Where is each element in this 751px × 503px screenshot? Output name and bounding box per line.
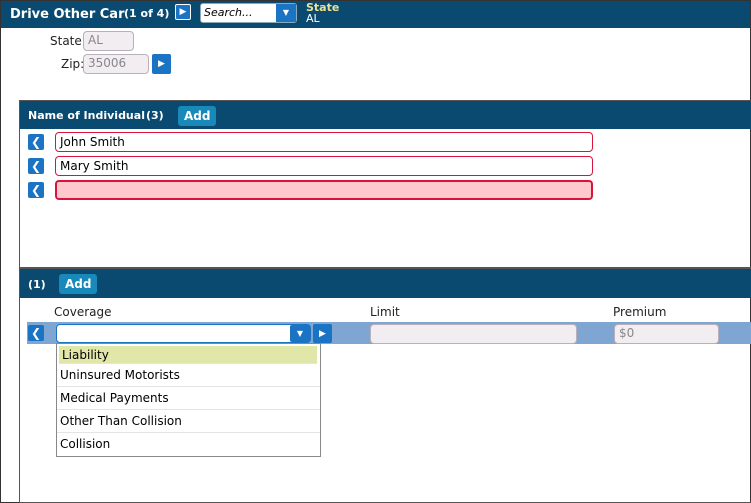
- premium-column-header: Premium: [613, 305, 667, 319]
- remove-row-icon[interactable]: ❮: [28, 134, 44, 150]
- individual-name-input[interactable]: Mary Smith: [55, 156, 593, 176]
- dropdown-option-liability[interactable]: Liability: [59, 346, 317, 364]
- coverage-select[interactable]: ▼: [56, 324, 311, 343]
- chevron-down-icon[interactable]: ▼: [276, 4, 296, 22]
- dropdown-option-medical-payments[interactable]: Medical Payments: [57, 387, 320, 410]
- dropdown-option-other-than-collision[interactable]: Other Than Collision: [57, 410, 320, 433]
- coverage-dropdown-list: Liability Uninsured Motorists Medical Pa…: [56, 343, 321, 457]
- state-header-value: AL: [306, 12, 320, 25]
- zip-label: Zip:: [61, 57, 85, 71]
- zip-go-button[interactable]: ▶: [152, 54, 171, 74]
- search-placeholder: Search...: [204, 6, 253, 19]
- individuals-header: Name of Individual (3) Add: [20, 101, 751, 129]
- limit-column-header: Limit: [370, 305, 400, 319]
- next-record-button[interactable]: ▶: [175, 4, 191, 20]
- remove-row-icon[interactable]: ❮: [28, 158, 44, 174]
- limit-field[interactable]: [370, 324, 577, 344]
- individuals-title: Name of Individual: [28, 109, 145, 122]
- individuals-count: (3): [146, 109, 164, 122]
- premium-field[interactable]: $0: [614, 324, 719, 344]
- state-label: State:: [50, 34, 86, 48]
- zip-field[interactable]: 35006: [83, 54, 149, 74]
- page-title: Drive Other Car: [10, 7, 125, 22]
- individual-name-input[interactable]: [55, 180, 593, 200]
- remove-row-icon[interactable]: ❮: [28, 182, 44, 198]
- coverages-count: (1): [28, 278, 46, 291]
- individuals-section: Name of Individual (3) Add ❮ John Smith …: [19, 100, 751, 268]
- add-coverage-button[interactable]: Add: [59, 274, 98, 294]
- state-field[interactable]: AL: [83, 31, 134, 51]
- remove-row-icon[interactable]: ❮: [28, 325, 44, 341]
- coverage-column-header: Coverage: [54, 305, 112, 319]
- individual-name-input[interactable]: John Smith: [55, 132, 593, 152]
- header-bar: Drive Other Car (1 of 4) ▶ Search... ▼ St…: [1, 1, 750, 28]
- chevron-down-icon[interactable]: ▼: [290, 325, 310, 342]
- coverage-row: ❮ ▼ ▶ $0: [27, 322, 751, 344]
- coverages-header: (1) Add: [20, 269, 751, 298]
- search-dropdown[interactable]: Search... ▼: [200, 3, 297, 23]
- dropdown-option-collision[interactable]: Collision: [57, 433, 320, 456]
- add-individual-button[interactable]: Add: [178, 106, 217, 126]
- coverage-go-button[interactable]: ▶: [313, 324, 332, 343]
- dropdown-option-uninsured-motorists[interactable]: Uninsured Motorists: [57, 364, 320, 387]
- record-count: (1 of 4): [124, 7, 170, 20]
